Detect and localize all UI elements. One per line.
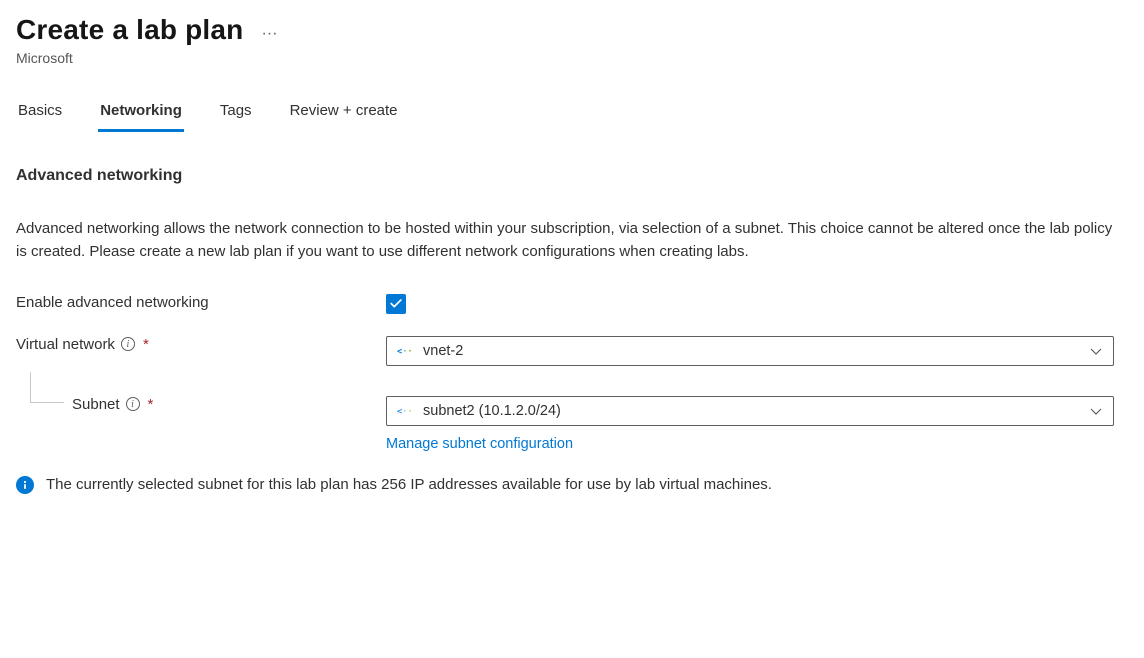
subnet-row: Subnet i * <··> subnet2 (10.1.2.0/24) Ma… (16, 396, 1128, 452)
subnet-icon: <··> (397, 405, 413, 417)
info-badge-icon (16, 476, 34, 494)
virtual-network-row: Virtual network i * <··> vnet-2 (16, 336, 1128, 366)
tab-bar: Basics Networking Tags Review + create (16, 94, 1128, 133)
chevron-down-icon (1089, 404, 1103, 418)
info-icon[interactable]: i (126, 397, 140, 411)
enable-advanced-networking-checkbox[interactable] (386, 294, 406, 314)
virtual-network-dropdown[interactable]: <··> vnet-2 (386, 336, 1114, 366)
manage-subnet-link[interactable]: Manage subnet configuration (386, 436, 573, 452)
info-banner-text: The currently selected subnet for this l… (46, 476, 772, 493)
subnet-value: subnet2 (10.1.2.0/24) (423, 403, 1079, 419)
virtual-network-value: vnet-2 (423, 343, 1079, 359)
tab-networking[interactable]: Networking (98, 94, 184, 132)
tree-connector (30, 372, 64, 403)
section-description: Advanced networking allows the network c… (16, 217, 1126, 264)
tab-basics[interactable]: Basics (16, 94, 64, 132)
svg-text:<··>: <··> (397, 346, 413, 356)
enable-advanced-networking-row: Enable advanced networking (16, 294, 1128, 314)
tab-review-create[interactable]: Review + create (288, 94, 400, 132)
chevron-down-icon (1089, 344, 1103, 358)
info-icon[interactable]: i (121, 337, 135, 351)
enable-advanced-networking-label: Enable advanced networking (16, 294, 209, 311)
required-indicator: * (143, 336, 149, 353)
subnet-dropdown[interactable]: <··> subnet2 (10.1.2.0/24) (386, 396, 1114, 426)
vnet-icon: <··> (397, 345, 413, 357)
svg-text:<··>: <··> (397, 406, 413, 416)
section-title: Advanced networking (16, 167, 1128, 185)
virtual-network-label: Virtual network (16, 336, 115, 353)
subnet-label: Subnet (72, 396, 120, 413)
required-indicator: * (148, 396, 154, 413)
info-banner: The currently selected subnet for this l… (16, 476, 1128, 494)
page-header: Create a lab plan ··· Microsoft (16, 14, 1128, 66)
check-icon (389, 297, 403, 311)
more-icon[interactable]: ··· (261, 26, 277, 42)
tab-tags[interactable]: Tags (218, 94, 254, 132)
page-subtitle: Microsoft (16, 50, 1128, 66)
page-title: Create a lab plan (16, 14, 243, 46)
